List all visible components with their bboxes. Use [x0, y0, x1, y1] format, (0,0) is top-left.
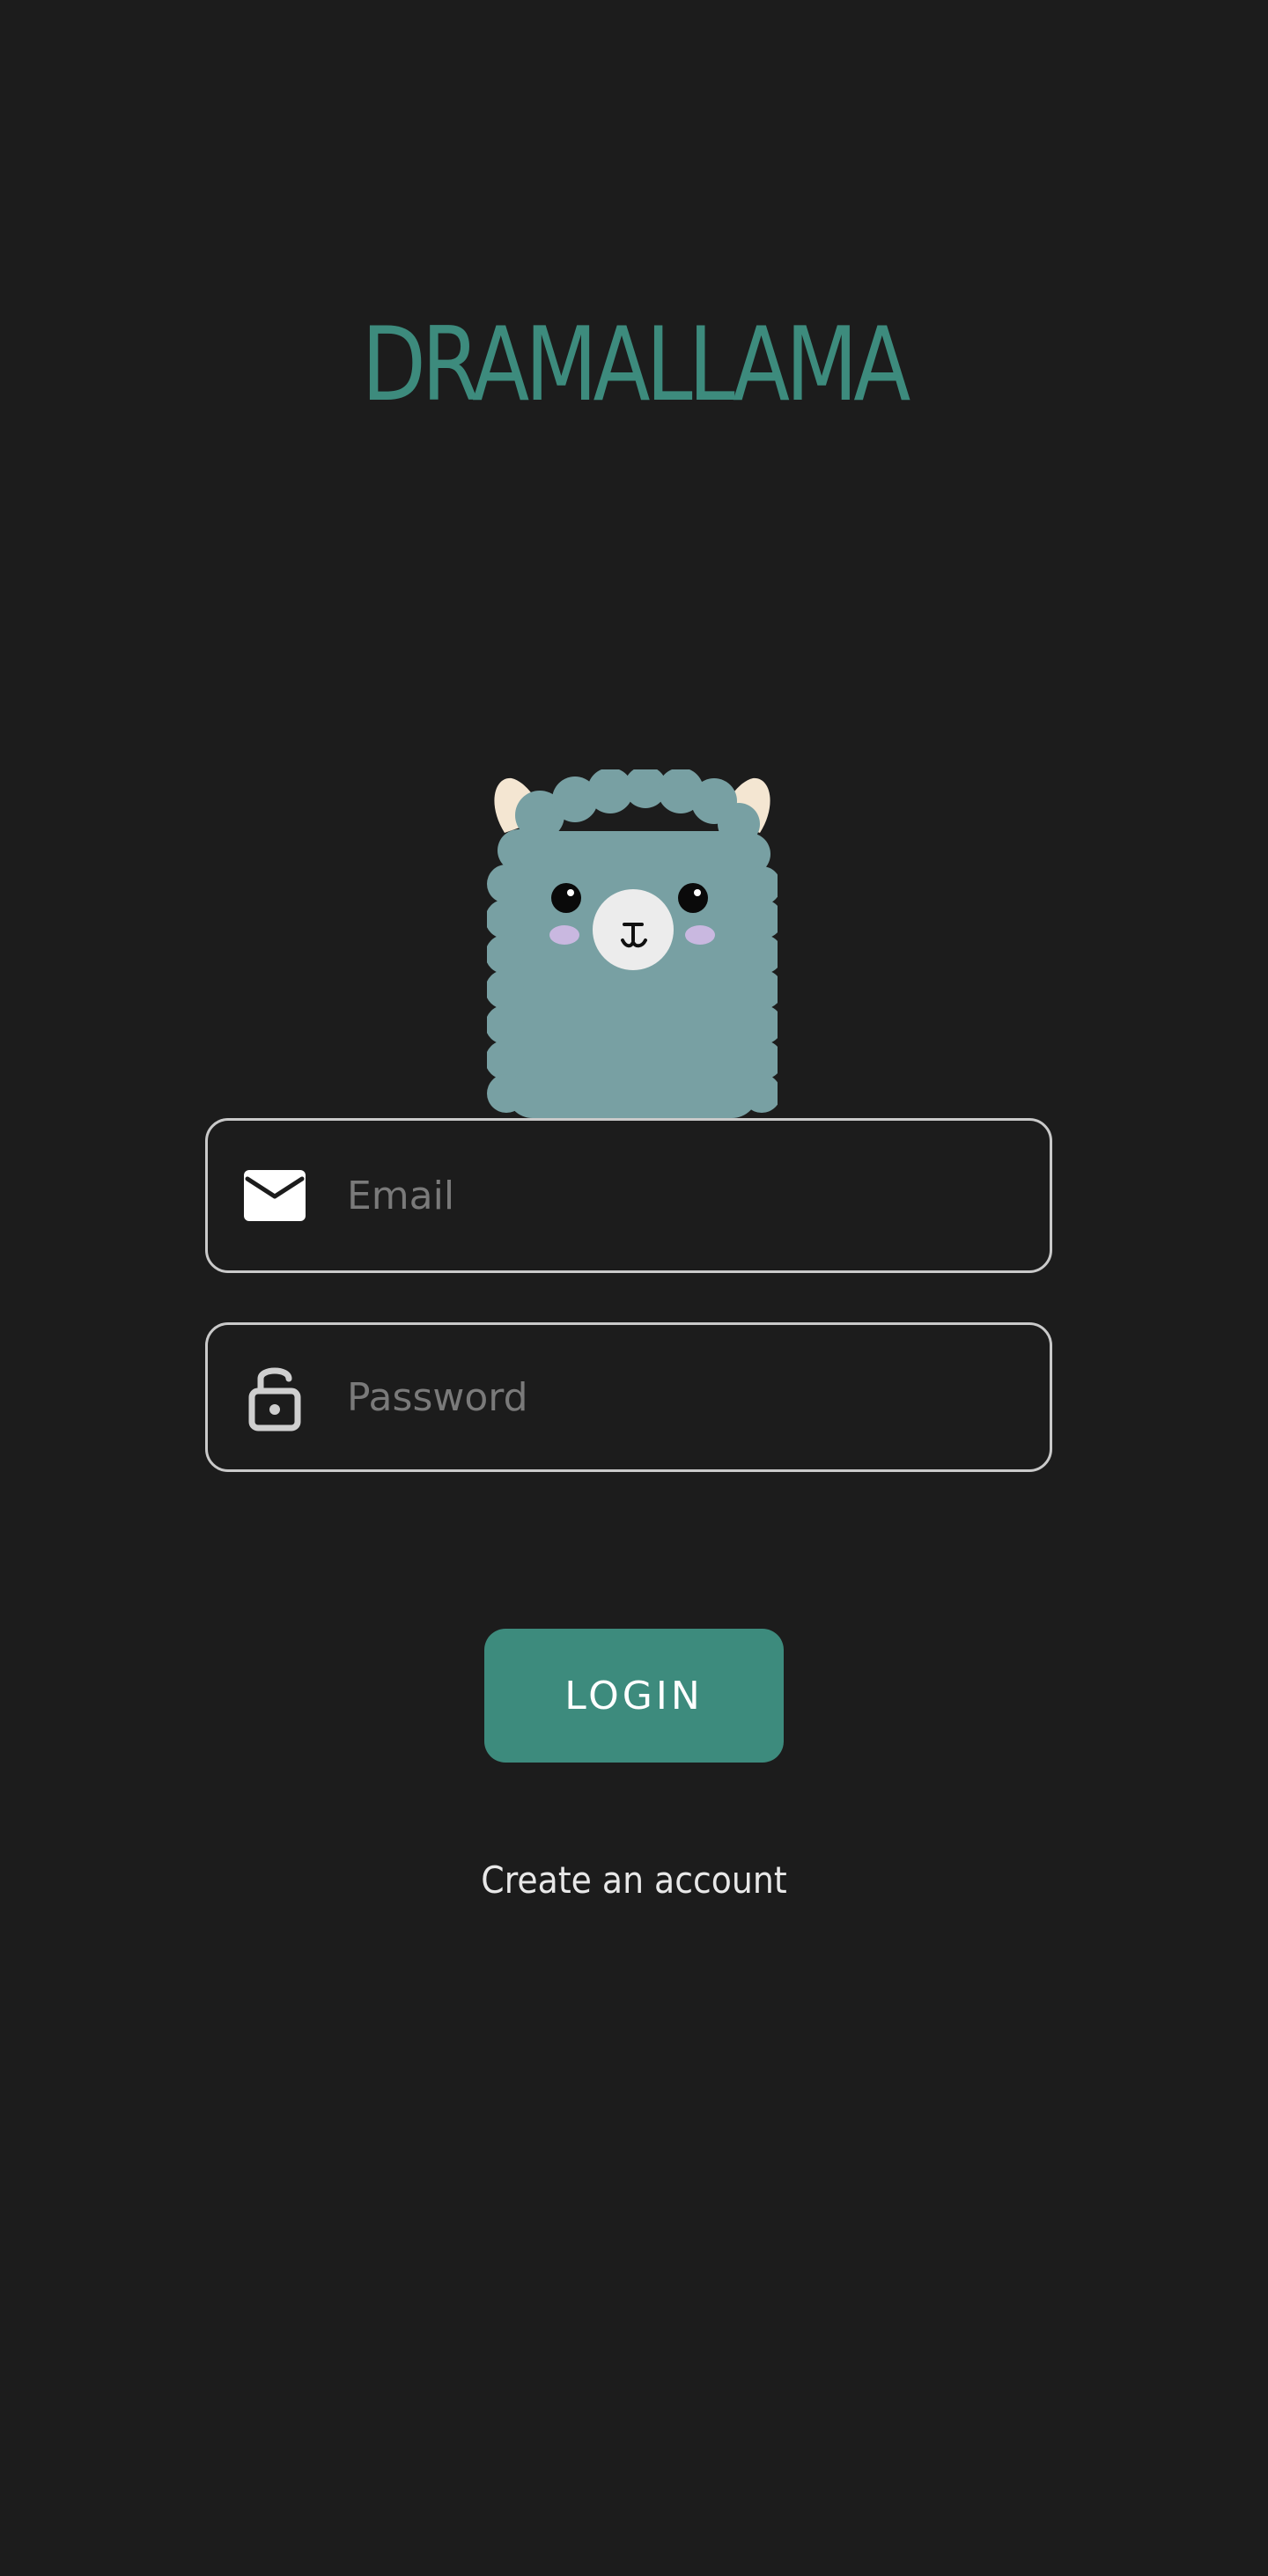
password-input[interactable]: [340, 1325, 1023, 1469]
lock-icon: [243, 1365, 306, 1432]
llama-mascot-icon: [487, 769, 778, 1118]
email-field[interactable]: [205, 1118, 1052, 1273]
llama-left-eye: [551, 883, 581, 913]
app-title: DRAMALLAMA: [361, 305, 911, 424]
email-input[interactable]: [340, 1121, 1023, 1270]
llama-right-eye: [678, 883, 708, 913]
envelope-icon: [243, 1164, 306, 1227]
login-button[interactable]: LOGIN: [484, 1629, 784, 1763]
create-account-link[interactable]: Create an account: [0, 1854, 1268, 1907]
create-account-label: Create an account: [481, 1858, 787, 1902]
llama-right-cheek: [685, 925, 715, 945]
password-field[interactable]: [205, 1322, 1052, 1472]
llama-left-cheek: [549, 925, 579, 945]
